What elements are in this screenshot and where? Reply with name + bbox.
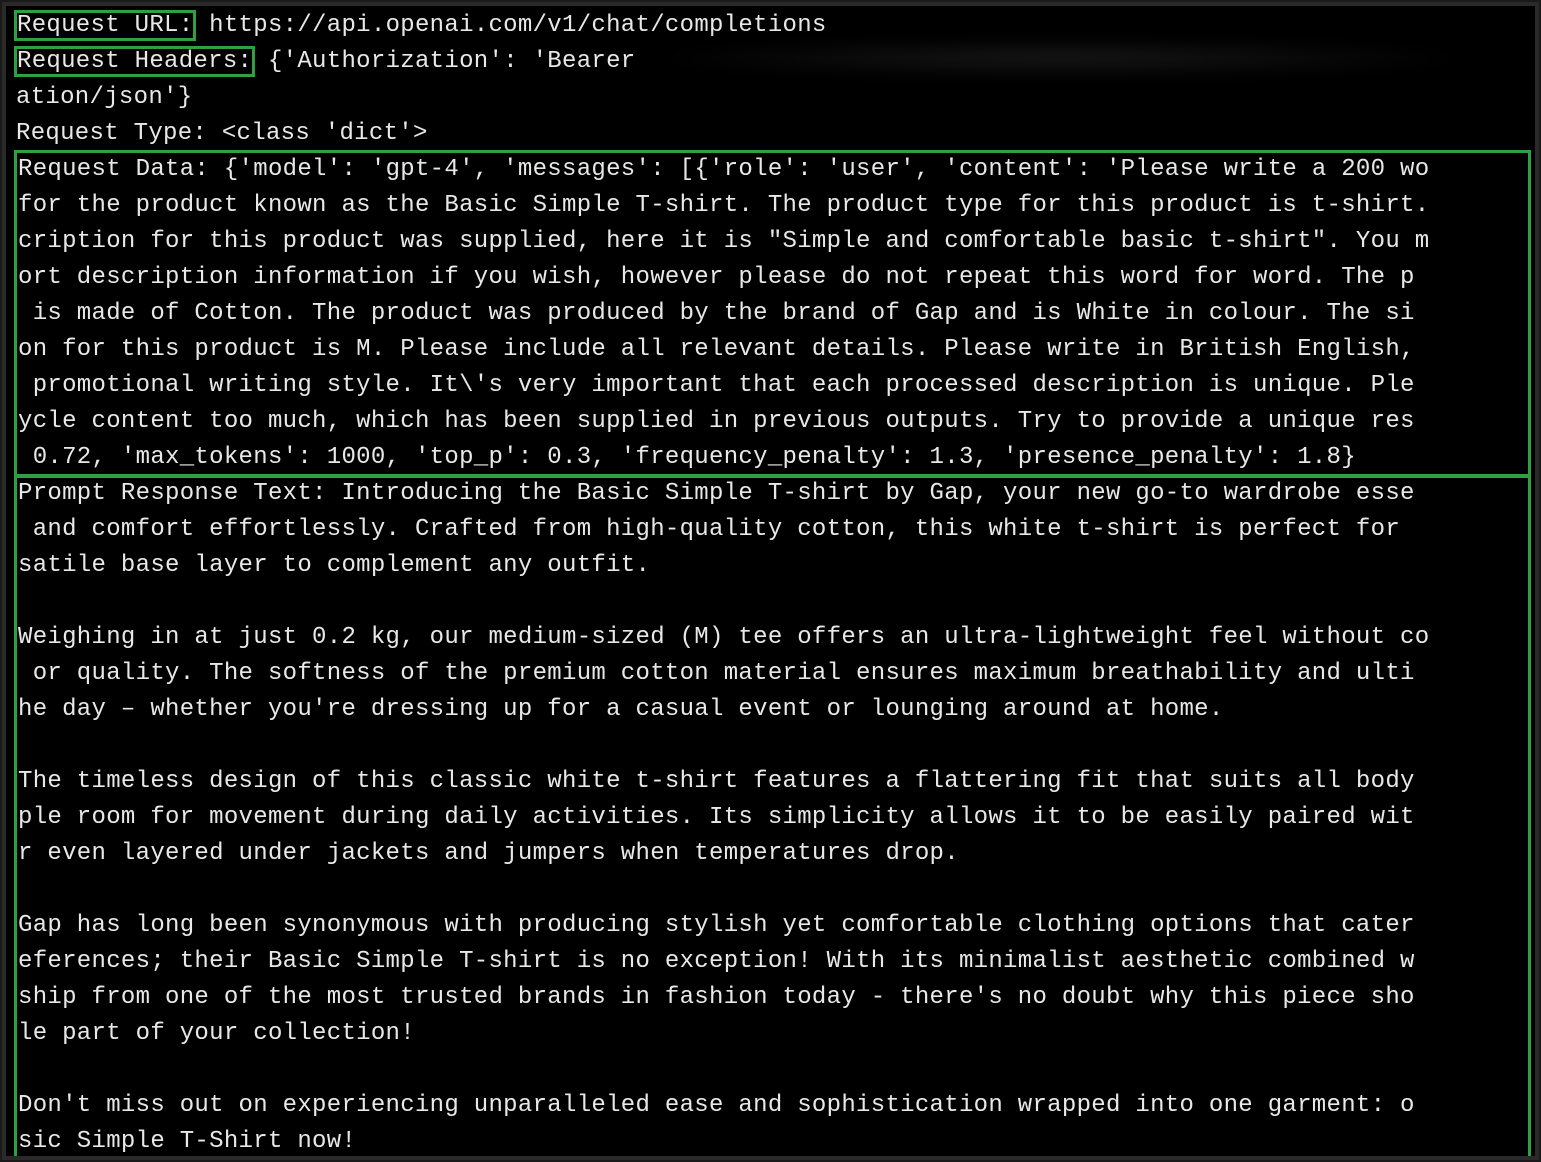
request-headers-value-pre: {'Authorization': 'Bearer (253, 48, 650, 75)
request-data-label: Request Data: (18, 156, 209, 183)
request-headers-value-post: ation/json'} (16, 80, 1529, 116)
prompt-response-value: Introducing the Basic Simple T-shirt by … (18, 480, 1429, 1155)
redacted-token (650, 45, 1470, 71)
request-data-value: {'model': 'gpt-4', 'messages': [{'role':… (18, 156, 1429, 471)
request-headers-label: Request Headers: (16, 48, 253, 75)
terminal-frame: Request URL: https://api.openai.com/v1/c… (0, 0, 1541, 1162)
request-data-block: Request Data: {'model': 'gpt-4', 'messag… (16, 152, 1529, 476)
terminal-output[interactable]: Request URL: https://api.openai.com/v1/c… (6, 6, 1535, 1156)
prompt-response-label: Prompt Response Text: (18, 480, 327, 507)
request-type-value: <class 'dict'> (207, 120, 428, 147)
request-url-value: https://api.openai.com/v1/chat/completio… (194, 12, 826, 39)
request-url-label: Request URL: (16, 12, 194, 39)
prompt-response-block: Prompt Response Text: Introducing the Ba… (16, 476, 1529, 1156)
request-type-label: Request Type: (16, 120, 207, 147)
